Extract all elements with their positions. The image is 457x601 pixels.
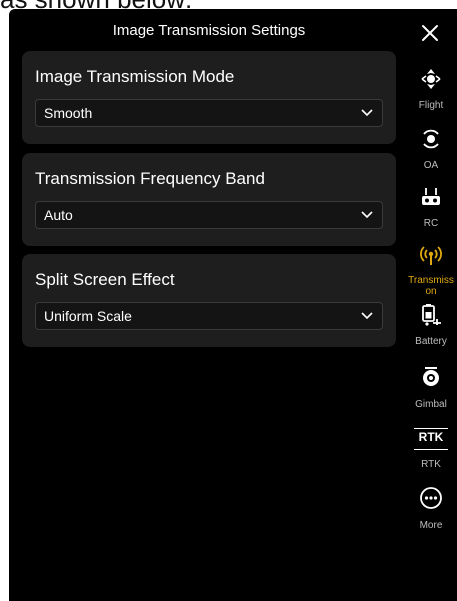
signal-antenna-icon: [420, 246, 442, 265]
sidebar-item-oa[interactable]: OA: [405, 127, 457, 183]
drone-icon: [421, 69, 441, 89]
sidebar-item-more[interactable]: More: [405, 486, 457, 542]
setting-label: Split Screen Effect: [35, 270, 175, 289]
sidebar-item-label: Flight: [418, 100, 444, 111]
sidebar-item-label: Transmiss: [408, 275, 454, 286]
remote-controller-icon: [422, 188, 440, 205]
sidebar-item-rtk[interactable]: RTK RTK: [405, 426, 457, 482]
close-button[interactable]: [416, 19, 444, 47]
select-value: Smooth: [44, 105, 93, 121]
sidebar-item-label: OA: [423, 160, 439, 171]
frequency-band-card: Transmission Frequency Band Auto: [22, 153, 396, 246]
sidebar-item-label: RC: [423, 218, 439, 229]
sidebar-item-label: RTK: [421, 459, 441, 470]
split-screen-effect-card: Split Screen Effect Uniform Scale: [22, 254, 396, 347]
setting-label: Transmission Frequency Band: [35, 169, 265, 188]
more-icon: [420, 487, 442, 509]
obstacle-avoidance-icon: [423, 129, 439, 149]
sidebar-item-gimbal[interactable]: Gimbal: [405, 365, 457, 421]
chevron-down-icon: [361, 211, 373, 219]
chevron-down-icon: [361, 312, 373, 320]
frequency-band-select[interactable]: Auto: [35, 201, 383, 229]
sidebar-item-rc[interactable]: RC: [405, 185, 457, 241]
select-value: Uniform Scale: [44, 308, 132, 324]
rtk-icon: RTK: [414, 428, 448, 450]
sidebar-item-flight[interactable]: Flight: [405, 67, 457, 123]
sidebar-item-transmission[interactable]: Transmiss on: [405, 244, 457, 300]
split-screen-effect-select[interactable]: Uniform Scale: [35, 302, 383, 330]
sidebar-item-label: More: [419, 520, 443, 531]
sidebar-item-label: Gimbal: [415, 399, 447, 410]
sidebar-item-label: Battery: [415, 336, 447, 347]
gimbal-icon: [423, 367, 439, 386]
image-transmission-mode-select[interactable]: Smooth: [35, 99, 383, 127]
settings-panel: Image Transmission Settings Image Transm…: [9, 9, 457, 601]
rtk-icon-text: RTK: [418, 430, 444, 444]
chevron-down-icon: [361, 109, 373, 117]
setting-label: Image Transmission Mode: [35, 67, 235, 86]
battery-icon: [422, 304, 441, 326]
select-value: Auto: [44, 207, 73, 223]
sidebar-item-battery[interactable]: Battery: [405, 303, 457, 359]
sidebar-item-label-continued: on: [425, 286, 437, 297]
panel-title: Image Transmission Settings: [112, 22, 306, 39]
image-transmission-mode-card: Image Transmission Mode Smooth: [22, 51, 396, 144]
close-icon: [422, 25, 438, 41]
